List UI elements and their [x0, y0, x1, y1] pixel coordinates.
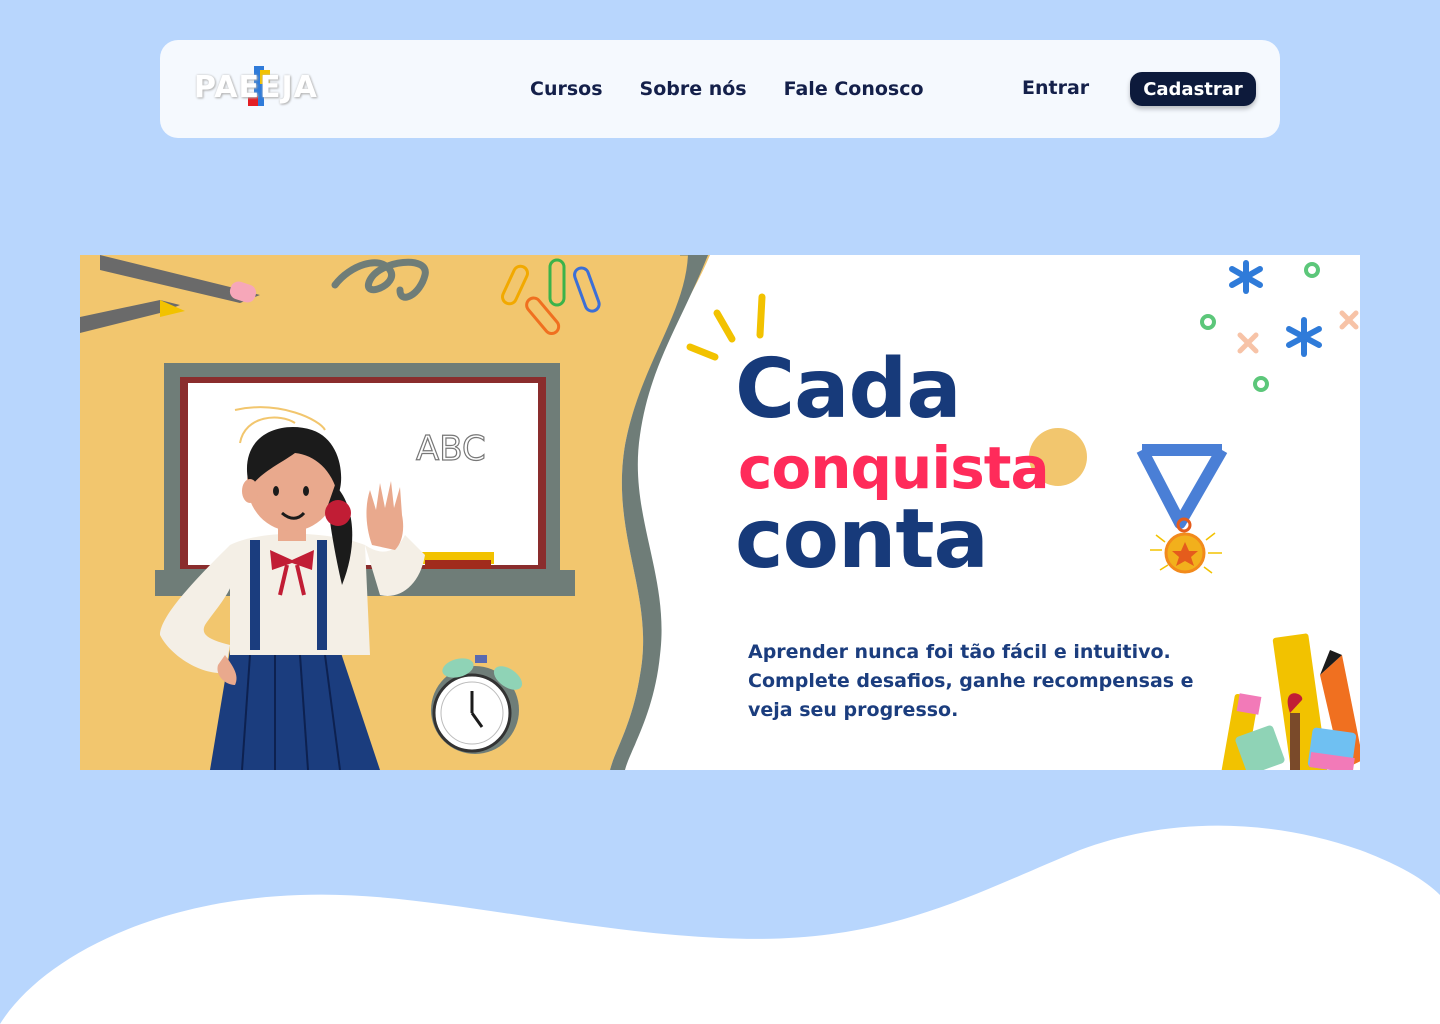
nav-link-sobre-nos[interactable]: Sobre nós: [640, 78, 747, 100]
hero-banner: ABC Cada conquista conta Aprender nunca …: [80, 255, 1360, 770]
nav-link-cursos[interactable]: Cursos: [530, 78, 603, 100]
top-navbar: PAEEJA Cursos Sobre nós Fale Conosco Ent…: [160, 40, 1280, 138]
sparkle-icon: [1200, 260, 1359, 392]
hero-subtitle: Aprender nunca foi tão fácil e intuitivo…: [748, 641, 1194, 721]
hero-title-line-cada: Cada: [735, 342, 962, 437]
school-supplies-icon: [1221, 633, 1360, 770]
signup-button[interactable]: Cadastrar: [1130, 72, 1256, 106]
main-nav: Cursos Sobre nós Fale Conosco: [530, 40, 924, 138]
brand-logo[interactable]: PAEEJA: [194, 66, 334, 118]
blackboard-text: ABC: [416, 429, 486, 469]
bottom-wave-decoration: [0, 825, 1440, 1024]
nav-link-fale-conosco[interactable]: Fale Conosco: [784, 78, 924, 100]
hero-title-line-conta: conta: [735, 492, 989, 587]
login-link[interactable]: Entrar: [1022, 77, 1089, 99]
medal-icon: [1136, 444, 1228, 574]
logo-text: PAEEJA: [194, 70, 318, 105]
